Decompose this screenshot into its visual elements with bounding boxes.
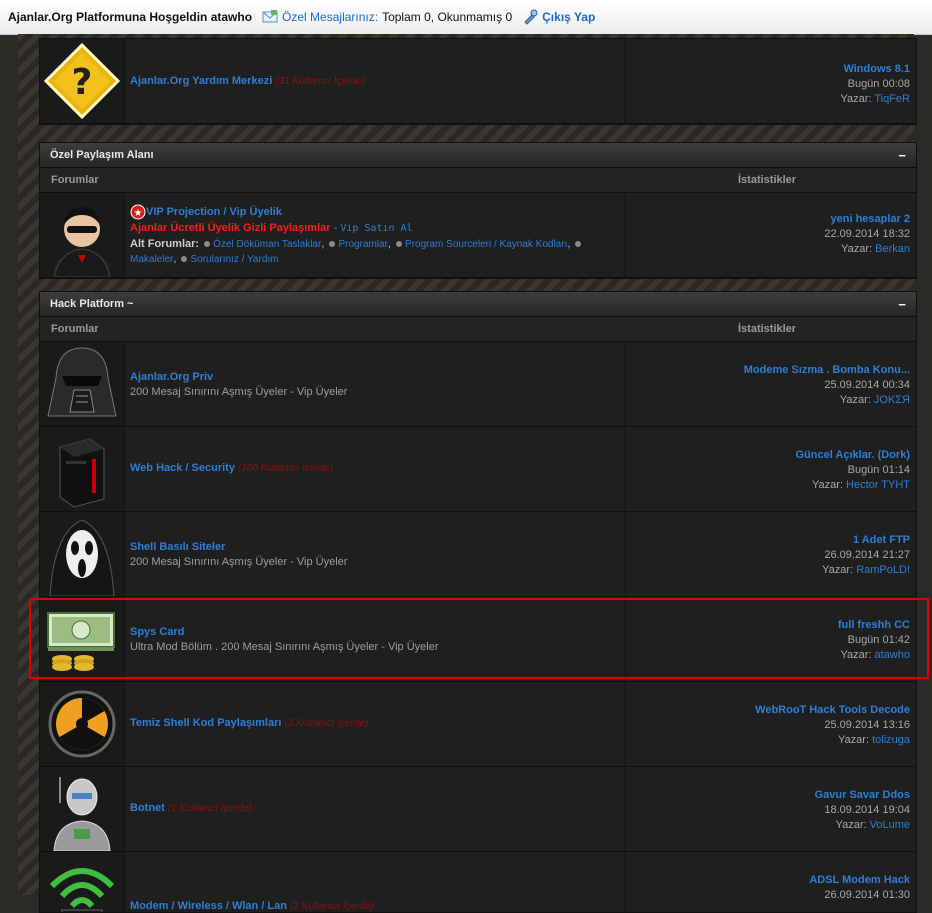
- forum-row[interactable]: Modem / Wireless / Wlan / Lan (2 Kullanı…: [40, 852, 916, 912]
- category-title[interactable]: Hack Platform ~: [50, 298, 133, 310]
- envelope-icon: [262, 10, 278, 23]
- category-header: Özel Paylaşım Alanı −: [40, 143, 916, 168]
- forum-description: 200 Mesaj Sınırını Aşmış Üyeler - Vip Üy…: [130, 385, 348, 398]
- top-bar: Ajanlar.Org Platformuna Hoşgeldin atawho…: [0, 0, 932, 35]
- svg-text:★: ★: [134, 208, 143, 219]
- column-header: Forumlar İstatistikler: [40, 317, 916, 342]
- subforum-link[interactable]: Özel Döküman Taslaklar: [213, 239, 321, 250]
- collapse-button[interactable]: −: [898, 297, 906, 312]
- help-forum-table: ? Ajanlar.Org Yardım Merkezi (31 Kullanı…: [39, 38, 917, 125]
- last-post-title[interactable]: WebRooT Hack Tools Decode: [626, 682, 910, 718]
- last-post-author[interactable]: TiqFeR: [874, 93, 910, 105]
- vip-red-text: Ajanlar Ücretli Üyelik Gizli Paylaşımlar: [130, 221, 331, 234]
- last-post: WebRooT Hack Tools Decode 25.09.2014 13:…: [625, 682, 916, 766]
- scream-mask-icon: [40, 512, 125, 597]
- forum-title[interactable]: VIP Projection / Vip Üyelik: [146, 205, 282, 217]
- col-forums: Forumlar: [51, 174, 99, 186]
- darth-vader-icon: [40, 342, 125, 426]
- forum-title[interactable]: Ajanlar.Org Priv: [130, 371, 213, 383]
- last-post-author[interactable]: RamPoLD!: [856, 564, 910, 576]
- svg-text:?: ?: [72, 62, 93, 103]
- last-post-date: 25.09.2014 00:34: [824, 379, 910, 391]
- help-icon: ?: [40, 39, 125, 123]
- author-label: Yazar:: [840, 93, 872, 105]
- forum-row[interactable]: Temiz Shell Kod Paylaşımları (3 Kullanıc…: [40, 682, 916, 767]
- subforum-link[interactable]: Programlar: [338, 239, 387, 250]
- forum-title[interactable]: Temiz Shell Kod Paylaşımları: [130, 717, 281, 729]
- last-post-title[interactable]: Modeme Sızma . Bomba Konu...: [626, 342, 910, 378]
- private-messages: Özel Mesajlarınız: Toplam 0, Okunmamış 0: [262, 9, 512, 25]
- col-stats: İstatistikler: [738, 323, 797, 335]
- forum-title[interactable]: Shell Basılı Siteler: [130, 541, 225, 553]
- last-post: Modeme Sızma . Bomba Konu... 25.09.2014 …: [625, 342, 916, 426]
- robot-icon: [40, 767, 125, 852]
- last-post-date: 25.09.2014 13:16: [824, 719, 910, 731]
- forum-title[interactable]: Ajanlar.Org Yardım Merkezi: [130, 75, 272, 87]
- pm-counts: Toplam 0, Okunmamış 0: [382, 10, 513, 24]
- last-post: ADSL Modem Hack 26.09.2014 01:30: [625, 852, 916, 912]
- forum-title[interactable]: Botnet: [130, 802, 165, 814]
- last-post: 1 Adet FTP 26.09.2014 21:27 Yazar: RamPo…: [625, 512, 916, 596]
- last-post-date: 26.09.2014 01:30: [824, 889, 910, 901]
- subforums: Alt Forumlar: Özel Döküman Taslaklar, Pr…: [130, 237, 624, 267]
- last-post-date: 18.09.2014 19:04: [824, 804, 910, 816]
- forum-title[interactable]: Web Hack / Security: [130, 462, 235, 474]
- forum-row[interactable]: Web Hack / Security (100 Kullanıcı İçerd…: [40, 427, 916, 512]
- last-post-date: 22.09.2014 18:32: [824, 228, 910, 240]
- last-post-author[interactable]: VoLume: [870, 819, 910, 831]
- logout-link[interactable]: Çıkış Yap: [522, 9, 595, 25]
- column-header: Forumlar İstatistikler: [40, 168, 916, 193]
- category-header: Hack Platform ~ −: [40, 292, 916, 317]
- logout-label: Çıkış Yap: [542, 10, 596, 24]
- forum-row[interactable]: Botnet (1 Kullanıcı İçerde) Gavur Savar …: [40, 767, 916, 852]
- forum-row-help[interactable]: ? Ajanlar.Org Yardım Merkezi (31 Kullanı…: [40, 39, 916, 124]
- vip-buy-link[interactable]: Vip Satın Al: [340, 223, 412, 234]
- last-post: Güncel Açıklar. (Dork) Bugün 01:14 Yazar…: [625, 427, 916, 511]
- category-title[interactable]: Özel Paylaşım Alanı: [50, 149, 154, 161]
- col-stats: İstatistikler: [738, 174, 797, 186]
- welcome-text: Ajanlar.Org Platformuna Hoşgeldin atawho: [8, 10, 253, 24]
- last-post-author[interactable]: tolizuga: [872, 734, 910, 746]
- last-post-date: 26.09.2014 21:27: [824, 549, 910, 561]
- last-post: Gavur Savar Ddos 18.09.2014 19:04 Yazar:…: [625, 767, 916, 851]
- last-post-title[interactable]: yeni hesaplar 2: [626, 193, 911, 227]
- highlight-box: [29, 598, 929, 679]
- radiation-icon: [40, 682, 125, 766]
- last-post-author[interactable]: JOKΣЯ: [874, 394, 910, 406]
- forum-row-vip[interactable]: ★ VIP Projection / Vip Üyelik Ajanlar Ücr…: [40, 193, 916, 281]
- forum-title[interactable]: Modem / Wireless / Wlan / Lan: [130, 900, 287, 912]
- last-post-title[interactable]: Güncel Açıklar. (Dork): [626, 427, 910, 463]
- forum-row[interactable]: Ajanlar.Org Priv 200 Mesaj Sınırını Aşmı…: [40, 342, 916, 427]
- last-post-title[interactable]: ADSL Modem Hack: [626, 852, 910, 888]
- forum-description: 200 Mesaj Sınırını Aşmış Üyeler - Vip Üy…: [130, 555, 348, 568]
- last-post-title[interactable]: 1 Adet FTP: [626, 512, 910, 548]
- collapse-button[interactable]: −: [898, 148, 906, 163]
- last-post-date: Bugün 01:14: [847, 464, 910, 476]
- wifi-icon: [40, 852, 125, 912]
- col-forums: Forumlar: [51, 323, 99, 335]
- last-post-author[interactable]: Berkan: [875, 243, 910, 255]
- server-tower-icon: [40, 427, 125, 511]
- last-post: yeni hesaplar 2 22.09.2014 18:32 Yazar: …: [625, 193, 916, 277]
- subforum-link[interactable]: Program Sourceleri / Kaynak Kodları: [405, 239, 567, 250]
- last-post-author[interactable]: Hector TYHT: [846, 479, 910, 491]
- subforum-link[interactable]: Sorularınız / Yardım: [190, 254, 278, 265]
- star-badge-icon: ★: [130, 204, 146, 219]
- private-messages-link[interactable]: Özel Mesajlarınız:: [282, 10, 378, 24]
- online-count: (31 Kullanıcı İçerde): [275, 76, 365, 87]
- section-ozel-paylasim: Özel Paylaşım Alanı − Forumlar İstatisti…: [39, 142, 917, 281]
- last-post: Windows 8.1 Bugün 00:08 Yazar: TiqFeR: [625, 39, 916, 123]
- forum-row[interactable]: Shell Basılı Siteler 200 Mesaj Sınırını …: [40, 512, 916, 597]
- last-post-title[interactable]: Gavur Savar Ddos: [626, 767, 910, 803]
- last-post-title[interactable]: Windows 8.1: [626, 39, 910, 77]
- last-post-date: Bugün 00:08: [847, 78, 910, 90]
- agent-avatar-icon: [40, 193, 125, 281]
- subforum-link[interactable]: Makaleler: [130, 254, 173, 265]
- logout-icon: [524, 9, 538, 25]
